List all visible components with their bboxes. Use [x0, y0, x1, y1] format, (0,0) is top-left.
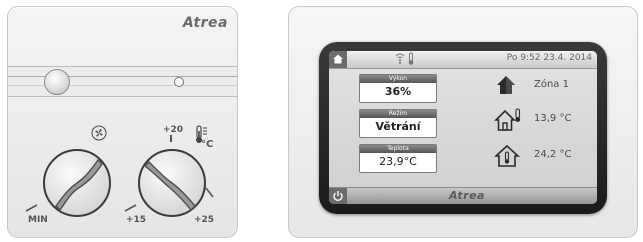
fan-icon [91, 125, 107, 141]
power-card[interactable]: Výkon 36% [359, 74, 437, 103]
indoor-temperature-house-icon [494, 144, 520, 167]
power-button[interactable] [329, 188, 347, 204]
brand-logo: Atrea [182, 15, 228, 31]
thermometer-status-icon [408, 52, 414, 65]
signal-icon [395, 53, 405, 64]
outdoor-temperature-row: 13,9 °C [494, 107, 594, 133]
temperature-card[interactable]: Teplota 23,9°C [359, 144, 437, 173]
temp-scale-top-label: +20 [163, 125, 184, 135]
status-bar: Po 9:52 23.4. 2014 [329, 51, 597, 69]
zone-label: Zóna 1 [534, 79, 569, 90]
mode-push-button[interactable] [44, 69, 70, 95]
date-time-display: Po 9:52 23.4. 2014 [506, 53, 592, 63]
fan-min-tick [25, 204, 38, 212]
indoor-temperature-value: 24,2 °C [534, 149, 572, 160]
temperature-card-label: Teplota [360, 145, 436, 153]
bottom-bar: Atrea [329, 187, 597, 204]
touchscreen-bezel: Po 9:52 23.4. 2014 Výkon 36% Režim Větrá… [319, 42, 607, 214]
fan-power-knob[interactable] [42, 148, 112, 218]
mode-card[interactable]: Režim Větrání [359, 109, 437, 138]
zone-house-icon [497, 76, 515, 94]
mode-card-value: Větrání [375, 120, 421, 133]
outdoor-temperature-house-icon [494, 108, 521, 131]
power-icon [333, 191, 343, 202]
analog-controller-panel: Atrea +20 °C MIN +15 +25 [7, 6, 238, 238]
fan-min-label: MIN [28, 215, 48, 225]
power-card-value: 36% [384, 85, 412, 98]
screen-brand-logo: Atrea [449, 189, 485, 202]
temp-scale-left-label: +15 [126, 215, 147, 225]
temp-left-tick [124, 204, 137, 212]
digital-controller-panel: Po 9:52 23.4. 2014 Výkon 36% Režim Větrá… [288, 6, 638, 238]
zone-row[interactable]: Zóna 1 [494, 73, 594, 99]
home-button[interactable] [329, 51, 347, 68]
power-card-label: Výkon [360, 75, 436, 83]
status-led [174, 77, 184, 87]
temp-right-tick [205, 187, 214, 198]
indoor-temperature-row: 24,2 °C [494, 143, 594, 169]
mode-card-label: Režim [360, 110, 436, 118]
touchscreen-display: Po 9:52 23.4. 2014 Výkon 36% Režim Větrá… [329, 51, 597, 204]
temperature-knob[interactable] [137, 148, 207, 218]
outdoor-temperature-value: 13,9 °C [534, 113, 572, 124]
temperature-card-value: 23,9°C [379, 155, 417, 168]
home-icon [333, 54, 343, 64]
control-band [8, 66, 237, 97]
temp-top-tick [170, 135, 172, 142]
temp-scale-right-label: +25 [194, 215, 215, 225]
